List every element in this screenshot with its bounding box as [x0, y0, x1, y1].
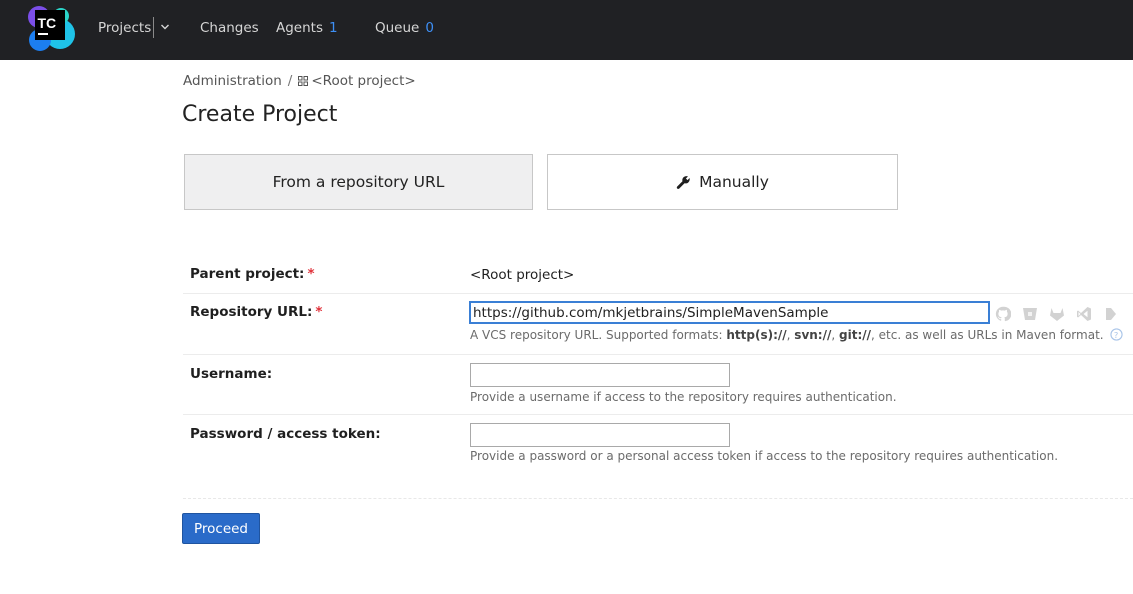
vcs-provider-icons — [995, 306, 1125, 322]
top-navigation-bar: TC Projects Changes Agents 1 Queue 0 — [0, 0, 1133, 60]
manually-button[interactable]: Manually — [547, 154, 898, 210]
username-input[interactable] — [470, 363, 730, 387]
bitbucket-icon[interactable] — [1022, 306, 1038, 322]
breadcrumb-administration[interactable]: Administration — [183, 73, 282, 89]
breadcrumb-root-label: <Root project> — [311, 73, 416, 89]
repository-url-label: Repository URL: * — [190, 304, 323, 320]
gitlab-icon[interactable] — [1049, 306, 1065, 322]
page-title: Create Project — [182, 102, 338, 127]
parent-project-value: <Root project> — [470, 267, 575, 283]
password-hint: Provide a password or a personal access … — [470, 449, 1059, 463]
username-hint: Provide a username if access to the repo… — [470, 390, 897, 404]
nav-agents[interactable]: Agents 1 — [276, 19, 338, 37]
chevron-down-icon[interactable] — [160, 22, 170, 32]
parent-project-row: Parent project: * <Root project> — [183, 256, 1133, 293]
repository-url-input[interactable] — [469, 301, 990, 324]
azure-devops-icon[interactable] — [1076, 306, 1092, 322]
password-row: Password / access token: Provide a passw… — [183, 414, 1133, 475]
help-icon[interactable]: ? — [1109, 328, 1123, 341]
svg-text:TC: TC — [38, 15, 57, 31]
parent-project-label: Parent project: * — [190, 266, 315, 282]
from-repository-url-button[interactable]: From a repository URL — [184, 154, 533, 210]
agents-count-badge: 1 — [329, 20, 338, 36]
repository-url-hint: A VCS repository URL. Supported formats:… — [470, 328, 1123, 342]
github-icon[interactable] — [995, 306, 1011, 322]
from-repository-url-label: From a repository URL — [272, 173, 445, 191]
space-icon[interactable] — [1103, 306, 1119, 322]
svg-text:?: ? — [1113, 330, 1117, 340]
username-row: Username: Provide a username if access t… — [183, 354, 1133, 414]
username-label: Username: — [190, 366, 273, 382]
nav-queue[interactable]: Queue 0 — [375, 19, 434, 37]
wrench-icon — [676, 175, 690, 189]
nav-queue-label: Queue — [375, 20, 420, 36]
breadcrumb-separator: / — [287, 73, 293, 89]
nav-divider — [153, 17, 154, 38]
queue-count-badge: 0 — [425, 20, 434, 36]
breadcrumb: Administration / <Root project> — [183, 72, 416, 90]
nav-agents-label: Agents — [276, 20, 323, 36]
teamcity-logo[interactable]: TC — [26, 4, 76, 54]
nav-changes[interactable]: Changes — [200, 19, 259, 37]
proceed-button[interactable]: Proceed — [182, 513, 260, 544]
project-grid-icon — [298, 76, 309, 86]
breadcrumb-root-project[interactable]: <Root project> — [298, 73, 416, 89]
password-label: Password / access token: — [190, 426, 381, 442]
nav-projects[interactable]: Projects — [98, 19, 151, 37]
password-input[interactable] — [470, 423, 730, 447]
form-divider — [183, 498, 1133, 499]
manually-label: Manually — [699, 173, 769, 191]
repository-url-row: Repository URL:* A VCS repository URL. S… — [183, 293, 1133, 354]
